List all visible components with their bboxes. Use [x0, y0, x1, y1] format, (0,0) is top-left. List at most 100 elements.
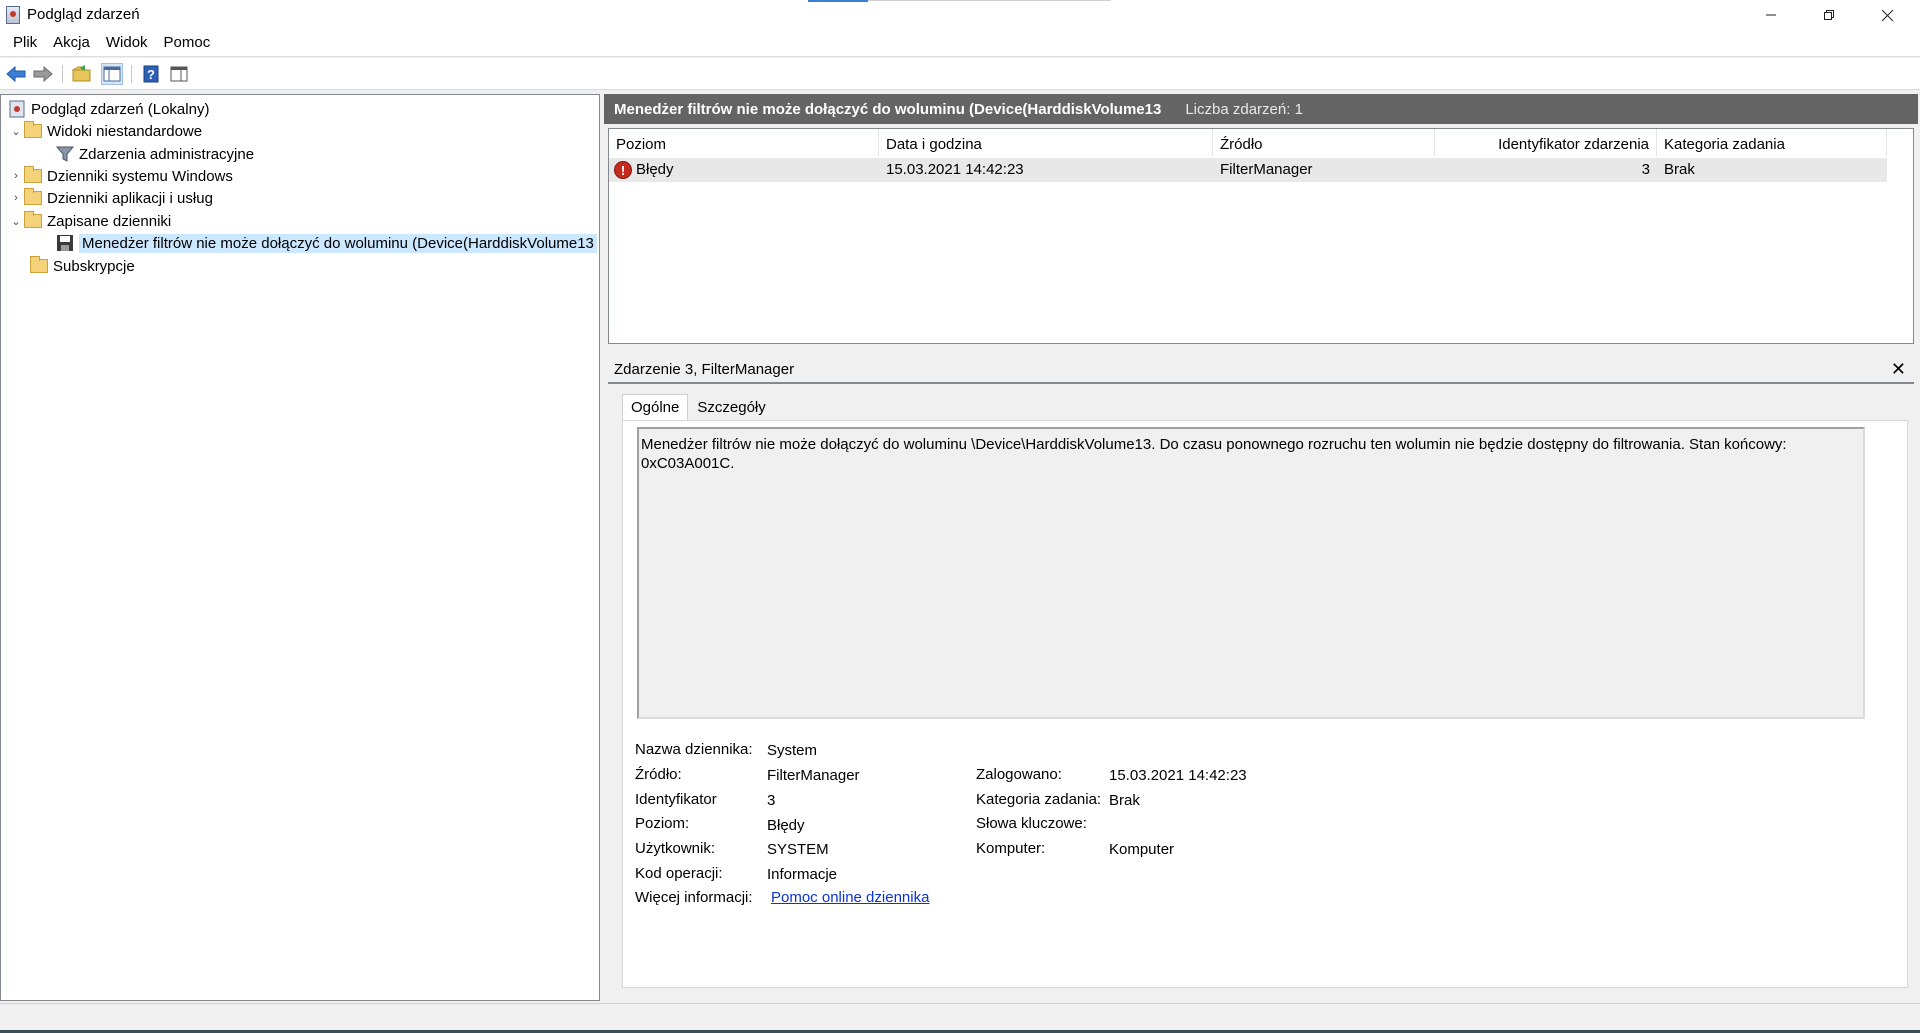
event-count: Liczba zdarzeń: 1 — [1185, 100, 1303, 118]
user-value: SYSTEM — [767, 841, 829, 858]
logged-label: Zalogowano: — [976, 766, 1062, 783]
user-label: Użytkownik: — [635, 840, 716, 857]
console-tree: Podgląd zdarzeń (Lokalny) ⌄ Widoki niest… — [0, 94, 600, 1001]
tree-custom-views[interactable]: ⌄ Widoki niestandardowe — [9, 120, 202, 142]
tree-admin-events[interactable]: Zdarzenia administracyjne — [55, 143, 254, 165]
column-header-level[interactable]: Poziom — [609, 129, 879, 156]
row-category-cell: Brak — [1664, 161, 1695, 178]
toolbar: ? — [0, 58, 1920, 90]
menu-bar: Plik Akcja Widok Pomoc — [0, 30, 1920, 57]
row-event-id-cell: 3 — [1641, 161, 1650, 178]
chevron-down-icon[interactable]: ⌄ — [9, 125, 23, 138]
tree-windows-logs[interactable]: › Dzienniki systemu Windows — [9, 165, 233, 187]
title-bar: Podgląd zdarzeń — [0, 0, 1920, 30]
back-button[interactable] — [5, 63, 27, 85]
folder-icon — [23, 121, 43, 140]
forward-arrow-icon — [33, 66, 53, 82]
chevron-down-icon[interactable]: ⌄ — [9, 215, 23, 228]
tree-saved-logs[interactable]: ⌄ Zapisane dzienniki — [9, 210, 171, 232]
event-detail-header: Zdarzenie 3, FilterManager ✕ — [608, 356, 1914, 384]
row-source-cell: FilterManager — [1220, 161, 1313, 178]
column-header-source[interactable]: Źródło — [1213, 129, 1435, 156]
opcode-value: Informacje — [767, 866, 838, 883]
source-value: FilterManager — [767, 767, 860, 784]
floppy-disk-icon — [55, 234, 75, 252]
subscriptions-icon — [29, 256, 49, 275]
event-id-value: 3 — [767, 792, 776, 809]
menu-plik[interactable]: Plik — [5, 30, 45, 56]
title-accent-line — [868, 0, 1111, 1]
computer-label: Komputer: — [976, 840, 1046, 857]
tree-saved-logs-label: Zapisane dzienniki — [47, 212, 172, 230]
windows-logs-folder-icon — [23, 166, 43, 185]
column-header-datetime[interactable]: Data i godzina — [879, 129, 1213, 156]
chevron-right-icon[interactable]: › — [9, 192, 23, 204]
menu-widok[interactable]: Widok — [98, 30, 156, 56]
show-hide-tree-button[interactable] — [101, 63, 123, 85]
tab-general[interactable]: Ogólne — [622, 394, 689, 421]
event-message[interactable]: Menedżer filtrów nie może dołączyć do wo… — [637, 427, 1865, 719]
close-button[interactable] — [1858, 0, 1916, 30]
row-level-cell: ! Błędy — [614, 161, 674, 180]
source-label: Źródło: — [635, 766, 682, 783]
tree-app-logs-label: Dzienniki aplikacji i usług — [47, 189, 213, 207]
event-detail-title: Zdarzenie 3, FilterManager — [614, 360, 795, 378]
tree-custom-views-label: Widoki niestandardowe — [47, 122, 203, 140]
detail-tabs: Ogólne Szczegóły — [622, 394, 775, 421]
menu-akcja[interactable]: Akcja — [45, 30, 98, 56]
back-arrow-icon — [6, 66, 26, 82]
tab-details[interactable]: Szczegóły — [688, 394, 774, 420]
menu-pomoc[interactable]: Pomoc — [156, 30, 219, 56]
event-detail-pane: Zdarzenie 3, FilterManager ✕ Ogólne Szcz… — [608, 356, 1914, 996]
column-header-event-id[interactable]: Identyfikator zdarzenia — [1435, 129, 1657, 156]
tree-subscriptions[interactable]: Subskrypcje — [29, 255, 135, 277]
tree-root[interactable]: Podgląd zdarzeń (Lokalny) — [7, 98, 209, 120]
forward-button[interactable] — [32, 63, 54, 85]
tab-general-body: Menedżer filtrów nie może dołączyć do wo… — [622, 420, 1908, 988]
task-category-label: Kategoria zadania: — [976, 791, 1102, 808]
title-accent — [808, 0, 868, 2]
row-level-text: Błędy — [636, 161, 674, 178]
tree-app-logs[interactable]: › Dzienniki aplikacji i usług — [9, 187, 213, 209]
open-folder-button[interactable] — [71, 63, 93, 85]
restore-button[interactable] — [1800, 0, 1858, 30]
logged-value: 15.03.2021 14:42:23 — [1109, 767, 1247, 784]
event-viewer-app-icon — [6, 6, 20, 24]
tree-saved-log-item[interactable]: Menedżer filtrów nie może dołączyć do wo… — [55, 232, 597, 254]
help-icon: ? — [143, 65, 159, 83]
status-bar — [0, 1003, 1920, 1033]
online-help-link[interactable]: Pomoc online dziennika — [771, 889, 929, 906]
folder-icon — [23, 211, 43, 230]
close-detail-icon[interactable]: ✕ — [1891, 359, 1906, 380]
more-info-label: Więcej informacji: — [635, 889, 753, 906]
log-header-title: Menedżer filtrów nie może dołączyć do wo… — [614, 100, 1162, 118]
level-label: Poziom: — [635, 815, 690, 832]
show-hide-action-pane-icon — [170, 66, 188, 82]
event-viewer-icon — [7, 100, 27, 118]
column-header-task-category[interactable]: Kategoria zadania — [1657, 129, 1887, 156]
error-icon: ! — [614, 161, 632, 180]
folder-icon — [23, 188, 43, 207]
log-name-label: Nazwa dziennika: — [635, 741, 753, 758]
level-value: Błędy — [767, 817, 805, 834]
tree-subscriptions-label: Subskrypcje — [53, 257, 135, 275]
opcode-label: Kod operacji: — [635, 865, 723, 882]
show-hide-action-pane-button[interactable] — [168, 63, 190, 85]
tree-root-label: Podgląd zdarzeń (Lokalny) — [31, 100, 210, 118]
minimize-button[interactable] — [1742, 0, 1800, 30]
toolbar-separator — [131, 65, 132, 83]
toolbar-separator — [62, 65, 63, 83]
help-button[interactable]: ? — [140, 63, 162, 85]
chevron-right-icon[interactable]: › — [9, 170, 23, 182]
log-header-bar: Menedżer filtrów nie może dołączyć do wo… — [604, 94, 1918, 124]
table-row[interactable]: ! Błędy 15.03.2021 14:42:23 FilterManager… — [609, 158, 1887, 182]
main-pane: Menedżer filtrów nie może dołączyć do wo… — [604, 94, 1918, 1001]
show-hide-tree-icon — [103, 66, 121, 82]
event-id-label: Identyfikator — [635, 791, 717, 808]
open-folder-icon — [72, 65, 91, 82]
close-icon — [1881, 9, 1893, 21]
tree-windows-logs-label: Dzienniki systemu Windows — [47, 167, 233, 185]
filter-icon — [55, 145, 75, 163]
row-datetime-cell: 15.03.2021 14:42:23 — [886, 161, 1024, 178]
tree-admin-events-label: Zdarzenia administracyjne — [79, 145, 255, 163]
